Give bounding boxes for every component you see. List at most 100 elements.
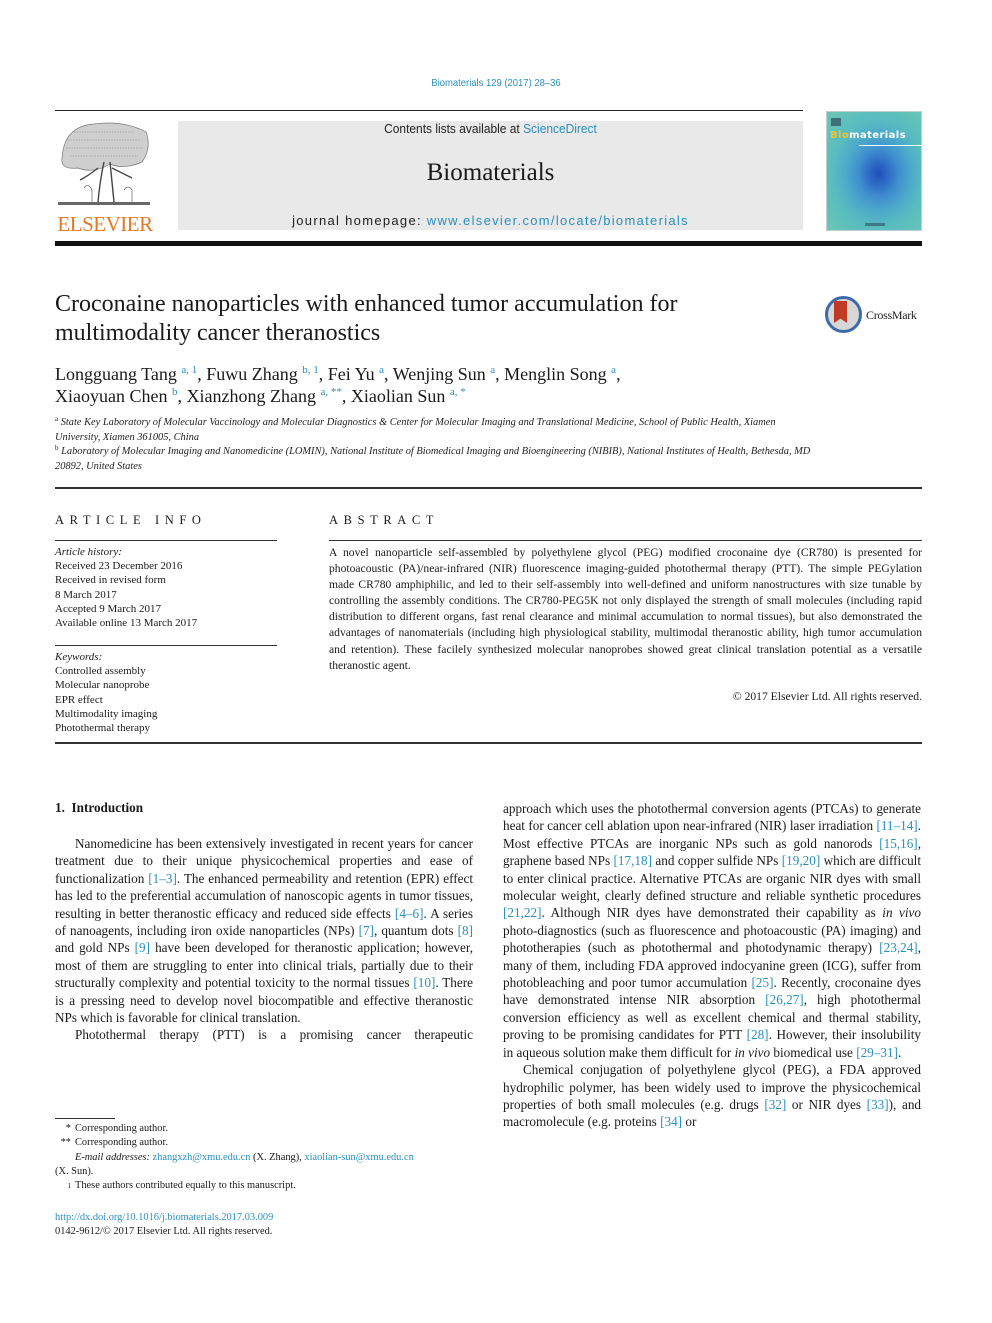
author-name[interactable]: Xiaoyuan Chen — [55, 386, 172, 406]
keyword-item: Controlled assembly — [55, 665, 146, 678]
cover-title-highlight: Bio — [830, 130, 850, 141]
citation-link[interactable]: [32] — [764, 1097, 786, 1112]
author-name[interactable]: Longguang Tang — [55, 364, 181, 384]
abstract-heading: ABSTRACT — [329, 513, 440, 527]
citation-link[interactable]: [21,22] — [503, 905, 541, 920]
footnote-mark: ** — [60, 1137, 71, 1149]
keyword-item: Molecular nanoprobe — [55, 679, 150, 692]
issn-line: 0142-9612/© 2017 Elsevier Ltd. All right… — [55, 1226, 273, 1238]
abstract-text: A novel nanoparticle self-assembled by p… — [329, 546, 922, 672]
affiliation-b: b Laboratory of Molecular Imaging and Na… — [55, 445, 815, 474]
footnote-text: Corresponding author. — [75, 1123, 168, 1134]
sciencedirect-link[interactable]: ScienceDirect — [523, 121, 597, 136]
affiliations: a State Key Laboratory of Molecular Vacc… — [55, 416, 815, 474]
journal-homepage: journal homepage: www.elsevier.com/locat… — [178, 213, 803, 228]
footnote-corresponding: ** Corresponding author. — [55, 1136, 473, 1150]
author-separator: , — [318, 364, 328, 384]
italic-term: in vivo — [734, 1044, 771, 1060]
journal-title: Biomaterials — [426, 159, 555, 186]
email-link-zhang[interactable]: zhangxzh@xmu.edu.cn — [153, 1152, 251, 1163]
author-name[interactable]: Wenjing Sun — [393, 364, 491, 384]
citation-link[interactable]: [11–14] — [876, 818, 917, 833]
email-owner: (X. Sun). — [55, 1165, 94, 1177]
crossmark-button[interactable]: CrossMark — [825, 296, 925, 334]
body-text: . — [897, 1044, 902, 1060]
citation-link[interactable]: [23,24] — [879, 940, 917, 955]
citation-link[interactable]: [17,18] — [614, 853, 652, 868]
article-history: Article history: Received 23 December 20… — [55, 545, 277, 630]
author-name[interactable]: Fuwu Zhang — [206, 364, 302, 384]
author-affiliation-mark[interactable]: a, ** — [320, 386, 341, 398]
contents-prefix: Contents lists available at — [384, 121, 524, 136]
author-affiliation-mark[interactable]: a, 1 — [181, 364, 197, 376]
citation-link[interactable]: [28] — [747, 1027, 769, 1042]
author-separator: , — [495, 364, 505, 384]
footnote-emails-cont: (X. Sun). — [55, 1165, 473, 1179]
author-affiliation-mark[interactable]: b, 1 — [302, 364, 319, 376]
history-item: Received in revised form — [55, 574, 166, 587]
citation-link[interactable]: [34] — [660, 1114, 682, 1129]
citation-link[interactable]: [4–6] — [395, 906, 424, 921]
cover-rule — [859, 145, 921, 146]
cover-footer-logo — [865, 223, 885, 226]
keywords: Keywords: Controlled assembly Molecular … — [55, 650, 277, 735]
journal-homepage-link[interactable]: www.elsevier.com/locate/biomaterials — [427, 213, 689, 228]
affiliation-a: a State Key Laboratory of Molecular Vacc… — [55, 416, 815, 445]
author-name[interactable]: Menglin Song — [504, 364, 611, 384]
footnote-equal-contribution: 1 These authors contributed equally to th… — [55, 1179, 473, 1193]
affiliation-text: Laboratory of Molecular Imaging and Nano… — [55, 446, 811, 472]
citation-link[interactable]: [8] — [458, 923, 473, 938]
abstract-copyright: © 2017 Elsevier Ltd. All rights reserved… — [732, 690, 922, 703]
body-text: . Although NIR dyes have demonstrated th… — [541, 905, 883, 921]
journal-cover-thumbnail[interactable]: Biomaterials — [826, 111, 922, 231]
header-thick-rule — [55, 241, 922, 246]
doi-link[interactable]: http://dx.doi.org/10.1016/j.biomaterials… — [55, 1212, 273, 1223]
author-name[interactable]: Xianzhong Zhang — [186, 386, 320, 406]
citation-link[interactable]: [19,20] — [782, 853, 820, 868]
history-item: Received 23 December 2016 — [55, 560, 183, 573]
email-owner: (X. Zhang), — [250, 1151, 305, 1163]
body-paragraph: Nanomedicine has been extensively invest… — [55, 835, 473, 1026]
author-name[interactable]: Xiaolian Sun — [351, 386, 450, 406]
header-rule — [55, 110, 803, 111]
article-info-heading: ARTICLE INFO — [55, 513, 207, 527]
cover-title: Biomaterials — [830, 130, 906, 141]
elsevier-logo[interactable]: ELSEVIER — [52, 118, 158, 236]
citation-link[interactable]: [26,27] — [765, 992, 803, 1007]
section-rule — [55, 487, 922, 489]
journal-reference-link[interactable]: Biomaterials 129 (2017) 28–36 — [50, 77, 943, 89]
footnote-mark: * — [65, 1123, 71, 1134]
citation-link[interactable]: [7] — [359, 923, 374, 938]
body-text: or — [682, 1114, 697, 1130]
citation-link[interactable]: [15,16] — [879, 836, 917, 851]
citation-link[interactable]: [1–3] — [148, 871, 177, 886]
affiliation-mark: b — [55, 444, 59, 452]
author-affiliation-mark[interactable]: a, * — [450, 386, 466, 398]
footnote-corresponding: * Corresponding author. — [55, 1122, 473, 1136]
affiliation-text: State Key Laboratory of Molecular Vaccin… — [55, 417, 776, 443]
body-text: and copper sulfide NPs — [652, 853, 782, 869]
citation-link[interactable]: [29–31] — [856, 1045, 898, 1060]
email-label: E-mail addresses: — [75, 1151, 153, 1163]
history-label: Article history: — [55, 546, 122, 558]
author-name[interactable]: Fei Yu — [328, 364, 379, 384]
body-text: Photothermal therapy (PTT) is a promisin… — [75, 1027, 473, 1043]
author-list: Longguang Tang a, 1, Fuwu Zhang b, 1, Fe… — [55, 363, 815, 407]
section-rule — [55, 742, 922, 744]
body-text: photo-diagnostics (such as fluorescence … — [503, 922, 921, 956]
email-link-sun[interactable]: xiaolian-sun@xmu.edu.cn — [304, 1152, 413, 1163]
introduction-heading: 1. Introduction — [55, 800, 144, 815]
italic-term: in vivo — [882, 905, 921, 921]
footnote-rule — [55, 1118, 115, 1119]
footnote-mark: 1 — [55, 1179, 72, 1198]
body-text: , quantum dots — [373, 923, 458, 939]
citation-link[interactable]: [9] — [135, 940, 150, 955]
citation-link[interactable]: [33] — [867, 1097, 889, 1112]
abstract-rule — [329, 540, 922, 541]
citation-link[interactable]: [10] — [413, 975, 435, 990]
author-separator: , — [384, 364, 393, 384]
cover-publisher-badge — [831, 118, 841, 126]
doi-block: http://dx.doi.org/10.1016/j.biomaterials… — [55, 1211, 473, 1240]
citation-link[interactable]: [25] — [752, 975, 774, 990]
footnote-emails: E-mail addresses: zhangxzh@xmu.edu.cn (X… — [55, 1151, 473, 1165]
